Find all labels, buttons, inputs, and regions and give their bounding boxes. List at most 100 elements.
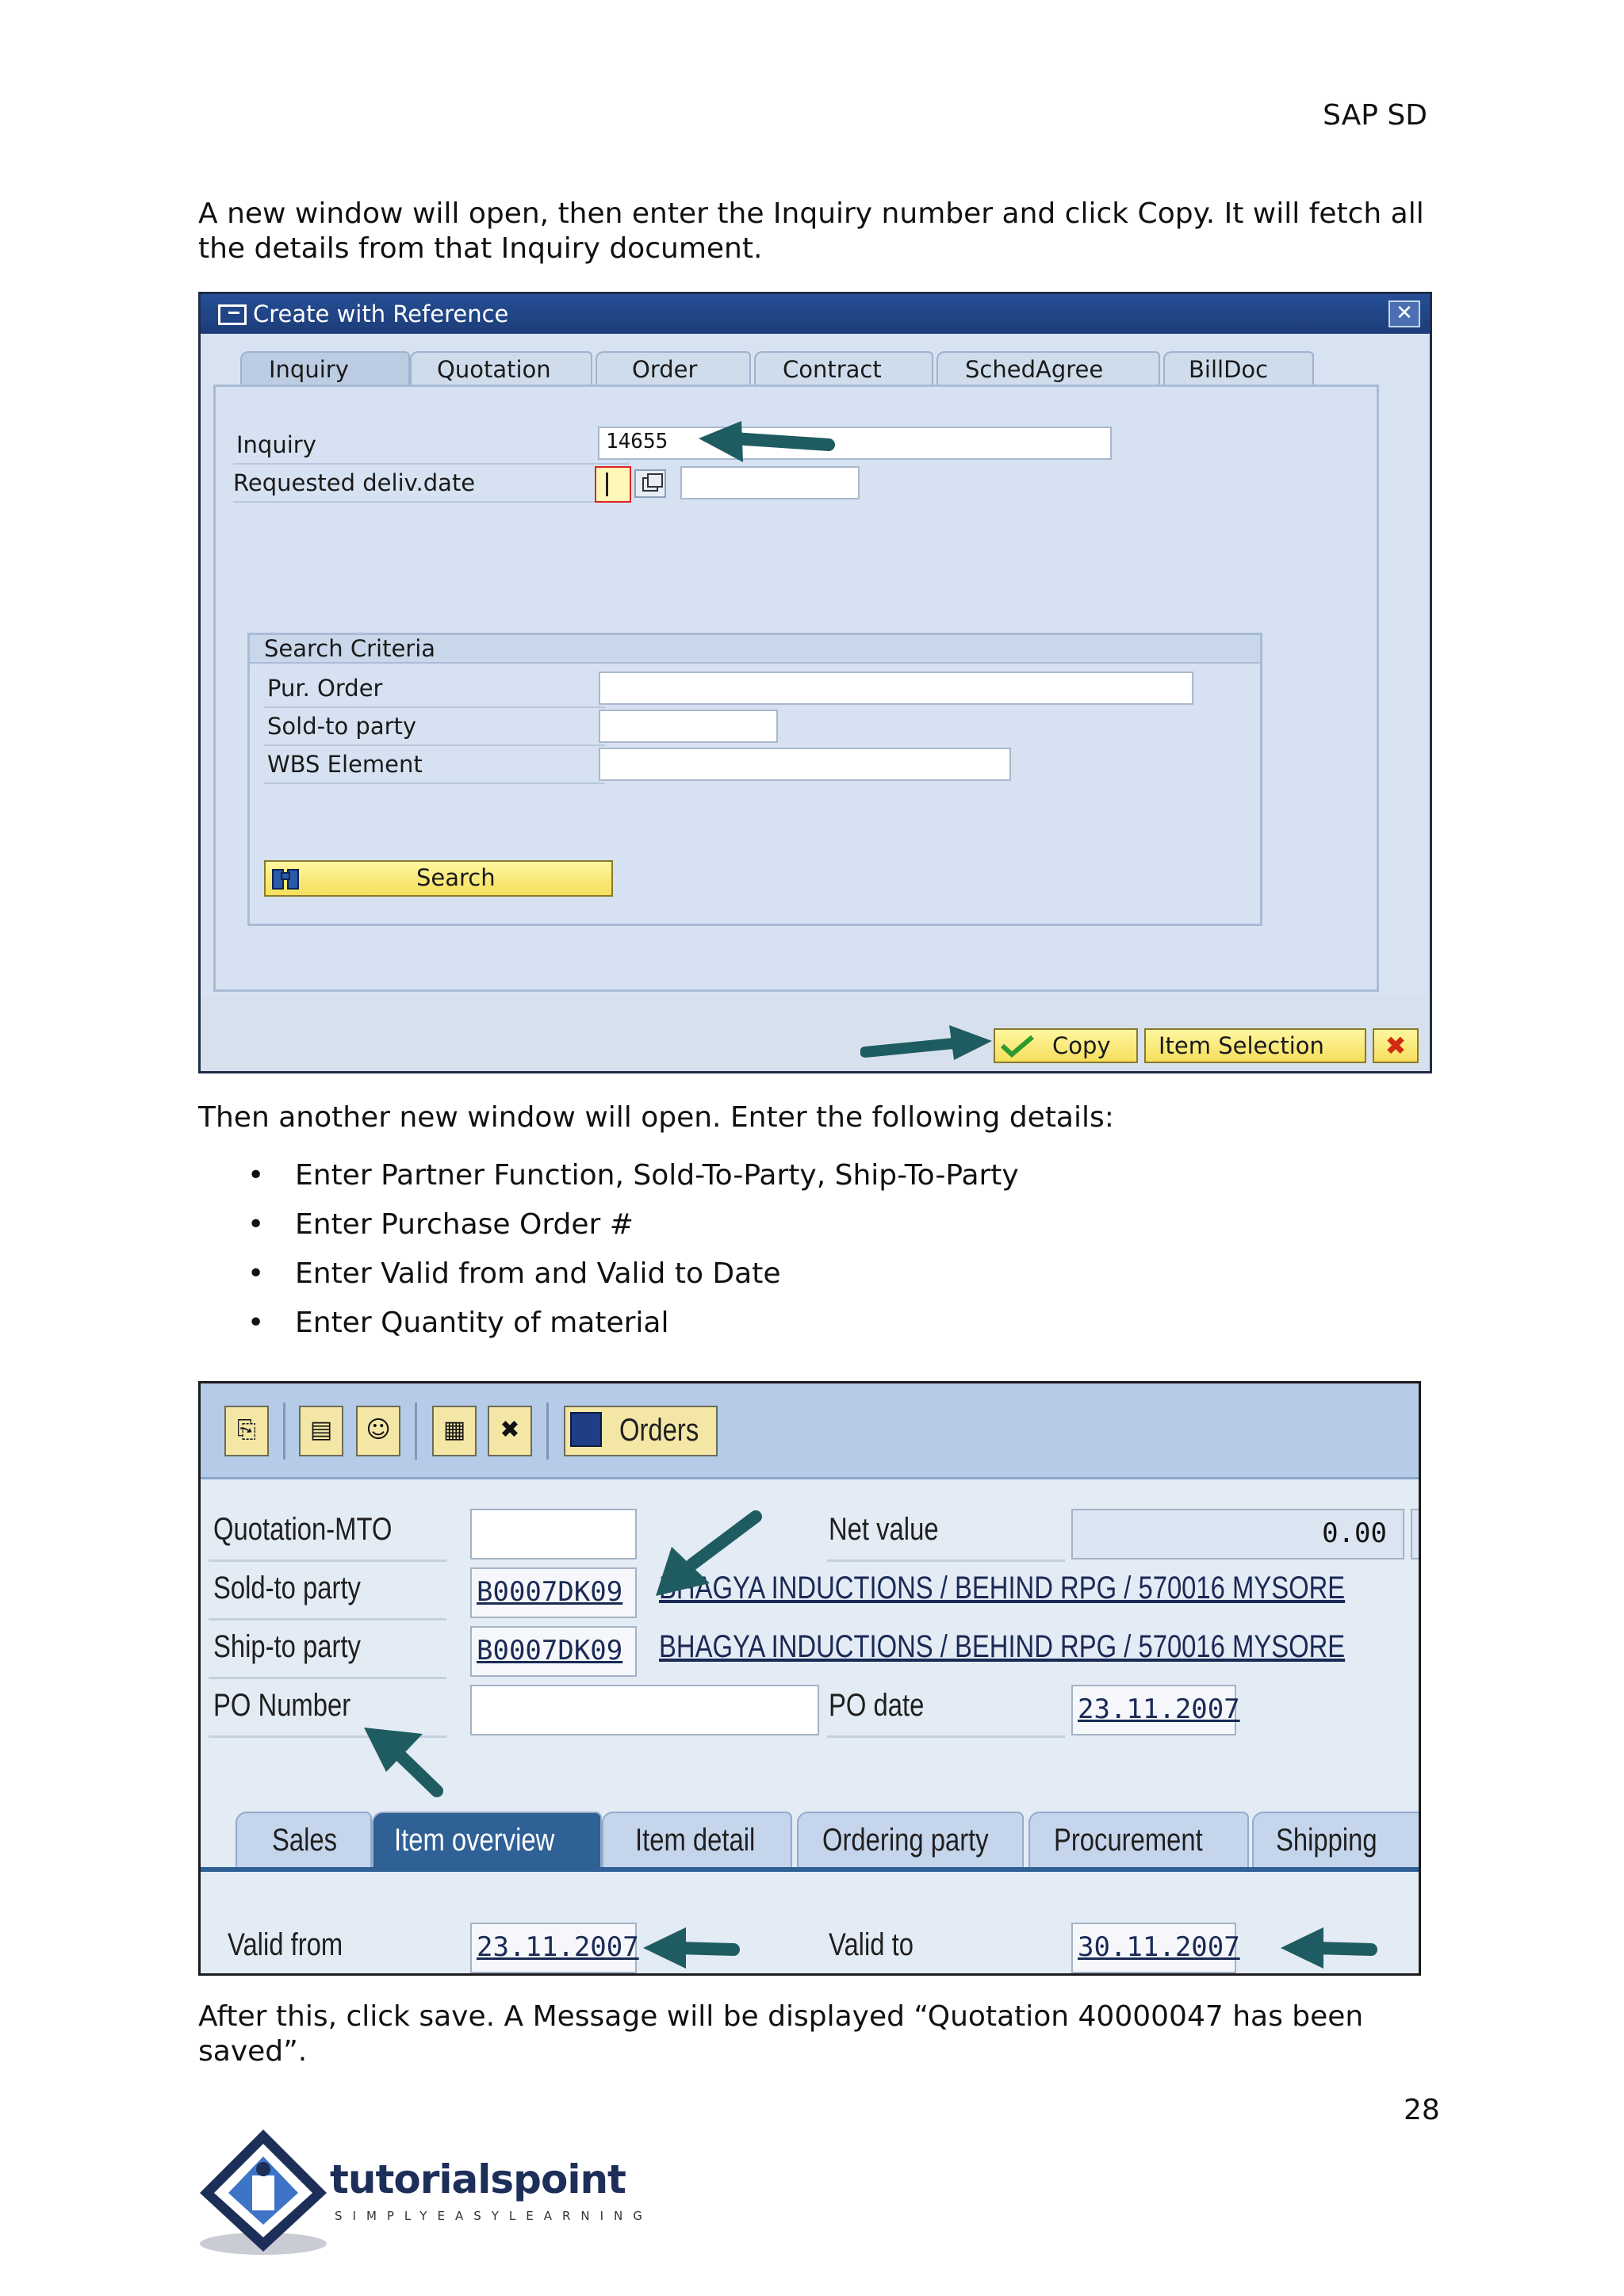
sold-to-party-input[interactable]	[599, 710, 778, 743]
date-picker-icon[interactable]	[634, 469, 666, 498]
item-details-icon[interactable]: ▦	[432, 1406, 477, 1456]
requested-deliv-date-input[interactable]	[595, 466, 631, 503]
pur-order-label: Pur. Order	[267, 675, 383, 702]
logo-tagline: SIMPLYEASYLEARNING	[335, 2209, 653, 2223]
tab-label: Order	[632, 356, 698, 383]
row-underline	[264, 783, 605, 784]
quotation-screen: ⎘ ▤ ☺ ▦ ✖ Orders Quotation-MTO Net value…	[198, 1381, 1421, 1976]
tab-inquiry[interactable]: Inquiry	[240, 351, 410, 386]
row-underline	[264, 706, 605, 708]
tab-label: Quotation	[437, 356, 551, 383]
row-underline	[264, 744, 605, 746]
list-item: Enter Partner Function, Sold-To-Party, S…	[198, 1151, 1435, 1200]
tab-billdoc[interactable]: BillDoc	[1163, 351, 1314, 386]
row-underline	[209, 1559, 446, 1562]
row-underline	[233, 463, 630, 465]
quotation-number-input[interactable]	[470, 1509, 637, 1559]
tab-procurement[interactable]: Procurement	[1028, 1812, 1249, 1869]
cancel-button[interactable]: ✖	[1373, 1028, 1419, 1063]
row-underline	[233, 501, 598, 503]
tab-item-detail[interactable]: Item detail	[602, 1812, 792, 1869]
tab-label: Sales	[272, 1823, 338, 1858]
search-button-label: Search	[416, 864, 496, 891]
tab-label: Inquiry	[269, 356, 349, 383]
po-number-input[interactable]	[470, 1685, 819, 1735]
list-item: Enter Quantity of material	[198, 1299, 1435, 1348]
currency-field: I	[1411, 1509, 1419, 1559]
row-underline	[209, 1677, 446, 1679]
row-underline	[827, 1559, 1065, 1562]
pointer-arrow	[860, 1006, 1098, 1062]
tab-strip-border	[201, 1867, 1419, 1872]
wbs-element-label: WBS Element	[267, 751, 423, 778]
ship-to-party-description: BHAGYA INDUCTIONS / BEHIND RPG / 570016 …	[659, 1629, 1346, 1664]
sold-to-party-input[interactable]: B0007DK09	[470, 1567, 637, 1618]
close-icon[interactable]: ✕	[1388, 300, 1420, 327]
quotation-mto-label: Quotation-MTO	[213, 1512, 393, 1547]
tab-order[interactable]: Order	[596, 351, 751, 386]
dialog-title-bar: Create with Reference	[201, 294, 1430, 334]
tab-ordering-party[interactable]: Ordering party	[797, 1812, 1024, 1869]
tab-label: BillDoc	[1189, 356, 1269, 383]
tab-quotation[interactable]: Quotation	[410, 351, 592, 386]
tab-label: Procurement	[1054, 1823, 1203, 1858]
tutorialspoint-logo: tutorialspoint SIMPLYEASYLEARNING	[193, 2125, 669, 2260]
po-date-input[interactable]: 23.11.2007	[1071, 1685, 1240, 1735]
orders-button-label: Orders	[619, 1413, 699, 1448]
pur-order-input[interactable]	[599, 672, 1193, 705]
row-underline	[209, 1618, 446, 1621]
tab-shipping[interactable]: Shipping	[1252, 1812, 1419, 1869]
pointer-arrow	[1276, 1919, 1379, 1973]
toolbar-separator	[415, 1402, 417, 1460]
reject-items-icon[interactable]: ✖	[488, 1406, 532, 1456]
tab-label: SchedAgree	[965, 356, 1104, 383]
tab-label: Item overview	[394, 1823, 555, 1858]
then-paragraph: Then another new window will open. Enter…	[198, 1101, 1114, 1134]
requested-deliv-date-label: Requested deliv.date	[233, 469, 476, 496]
create-with-reference-dialog: Create with Reference ✕ Inquiry Quotatio…	[198, 292, 1432, 1073]
valid-from-label: Valid from	[228, 1927, 343, 1962]
document-flow-icon[interactable]: ⎘	[224, 1406, 269, 1456]
tab-schedagree[interactable]: SchedAgree	[936, 351, 1160, 386]
tab-label: Contract	[783, 356, 882, 383]
list-item: Enter Valid from and Valid to Date	[198, 1249, 1435, 1299]
search-criteria-title: Search Criteria	[250, 635, 1260, 664]
item-selection-label: Item Selection	[1159, 1032, 1324, 1059]
search-criteria-group: Search Criteria Pur. Order Sold-to party…	[247, 633, 1262, 926]
document-header: SAP SD	[1323, 99, 1427, 132]
tab-contract[interactable]: Contract	[754, 351, 933, 386]
orders-button[interactable]: Orders	[564, 1406, 718, 1456]
dialog-title: Create with Reference	[253, 300, 509, 327]
tab-label: Shipping	[1276, 1823, 1377, 1858]
toolbar-separator	[546, 1402, 549, 1460]
pointer-arrow	[348, 1716, 459, 1807]
logo-wordmark: tutorialspoint	[330, 2156, 626, 2202]
pointer-arrow	[645, 1501, 772, 1607]
tab-sales[interactable]: Sales	[236, 1812, 372, 1869]
inquiry-number-input[interactable]: 14655	[598, 427, 1112, 460]
ship-to-party-label: Ship-to party	[213, 1629, 361, 1664]
item-selection-button[interactable]: Item Selection	[1144, 1028, 1366, 1063]
tab-item-overview[interactable]: Item overview	[372, 1812, 602, 1869]
valid-to-input[interactable]: 30.11.2007	[1071, 1923, 1240, 1973]
orders-icon	[570, 1412, 602, 1447]
ship-to-party-input[interactable]: B0007DK09	[470, 1626, 637, 1677]
header-details-icon[interactable]: ▤	[299, 1406, 343, 1456]
logo-mark-icon	[200, 2130, 327, 2255]
tab-label: Item detail	[635, 1823, 756, 1858]
after-paragraph: After this, click save. A Message will b…	[198, 2000, 1364, 2068]
inquiry-label: Inquiry	[236, 431, 316, 458]
create-reference-icon	[218, 304, 247, 325]
binoculars-icon	[270, 865, 302, 892]
wbs-element-input[interactable]	[599, 748, 1011, 781]
intro-paragraph: A new window will open, then enter the I…	[198, 197, 1424, 265]
valid-to-label: Valid to	[829, 1927, 914, 1962]
pointer-arrow	[638, 1919, 741, 1973]
pointer-arrow	[694, 415, 837, 478]
valid-from-input[interactable]: 23.11.2007	[470, 1923, 639, 1973]
page-number: 28	[1404, 2094, 1440, 2126]
net-value-field: 0.00	[1071, 1509, 1404, 1559]
application-toolbar: ⎘ ▤ ☺ ▦ ✖ Orders	[201, 1383, 1419, 1479]
search-button[interactable]: Search	[264, 860, 613, 897]
partner-icon[interactable]: ☺	[356, 1406, 400, 1456]
